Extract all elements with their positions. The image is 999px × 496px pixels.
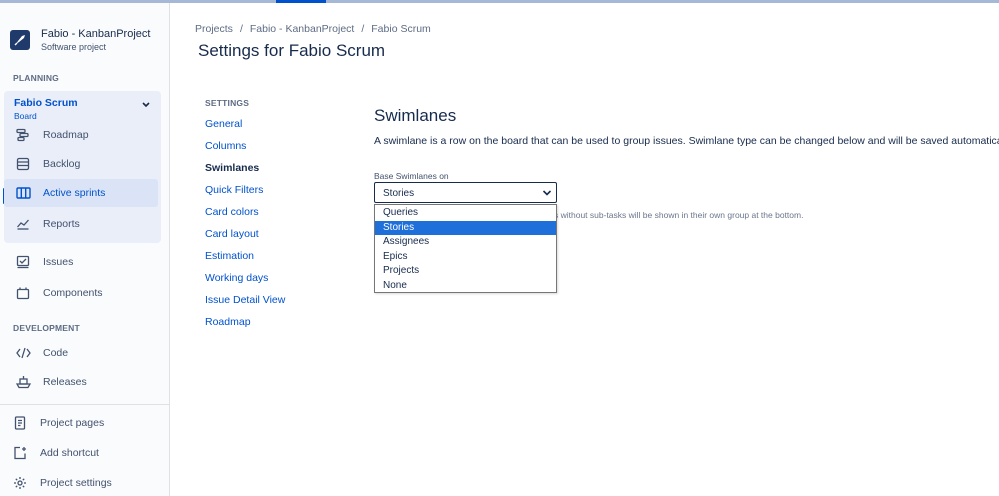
project-name: Fabio - KanbanProject [41, 28, 151, 40]
sidebar-item-roadmap[interactable]: Roadmap [0, 121, 170, 149]
sidebar-item-label: Issues [43, 256, 74, 268]
sidebar-item-releases[interactable]: Releases [0, 368, 170, 396]
option-projects[interactable]: Projects [375, 264, 556, 279]
sidebar-item-label: Releases [43, 376, 87, 388]
chevron-down-icon [542, 190, 552, 196]
swimlanes-description: A swimlane is a row on the board that ca… [374, 135, 999, 147]
settings-link-quick-filters[interactable]: Quick Filters [205, 184, 263, 196]
settings-link-swimlanes[interactable]: Swimlanes [205, 162, 259, 174]
settings-link-roadmap[interactable]: Roadmap [205, 316, 251, 328]
sidebar-item-project-pages[interactable]: Project pages [0, 409, 170, 437]
gear-icon [12, 475, 28, 491]
option-stories[interactable]: Stories [375, 220, 556, 236]
breadcrumb-project[interactable]: Fabio - KanbanProject [250, 23, 354, 35]
settings-link-card-layout[interactable]: Card layout [205, 228, 259, 240]
project-rocket-icon [10, 30, 30, 50]
base-swimlanes-select[interactable]: Stories [374, 182, 557, 203]
sidebar-item-components[interactable]: Components [0, 279, 170, 307]
sidebar-item-add-shortcut[interactable]: Add shortcut [0, 439, 170, 467]
settings-link-estimation[interactable]: Estimation [205, 250, 254, 262]
sidebar-item-reports[interactable]: Reports [0, 210, 170, 238]
swimlane-helper-text: s without sub-tasks will be shown in the… [554, 210, 804, 220]
option-assignees[interactable]: Assignees [375, 235, 556, 250]
select-value: Stories [383, 188, 415, 199]
breadcrumb-separator: / [361, 23, 365, 35]
sidebar-item-label: Project pages [40, 417, 105, 429]
project-type: Software project [41, 42, 107, 52]
issues-icon [15, 254, 31, 270]
planning-section-label: PLANNING [13, 73, 59, 83]
breadcrumb: Projects / Fabio - KanbanProject / Fabio… [195, 23, 431, 35]
settings-link-columns[interactable]: Columns [205, 140, 246, 152]
sidebar-item-backlog[interactable]: Backlog [0, 150, 170, 178]
sidebar-item-label: Project settings [40, 477, 112, 489]
page-title: Settings for Fabio Scrum [198, 41, 386, 60]
page-icon [12, 415, 28, 431]
sidebar-item-label: Components [43, 287, 103, 299]
sidebar-item-label: Backlog [43, 158, 81, 170]
loading-bar-segment [276, 0, 326, 3]
project-header[interactable]: Fabio - KanbanProject Software project [10, 27, 150, 54]
releases-icon [15, 374, 31, 390]
settings-link-general[interactable]: General [205, 118, 242, 130]
sidebar-item-label: Active sprints [43, 187, 106, 199]
roadmap-icon [15, 127, 31, 143]
backlog-icon [15, 156, 31, 172]
settings-link-working-days[interactable]: Working days [205, 272, 268, 284]
sidebar-item-issues[interactable]: Issues [0, 248, 170, 276]
sidebar-divider [0, 404, 169, 405]
components-icon [15, 285, 31, 301]
swimlanes-title: Swimlanes [374, 106, 457, 125]
sidebar-item-active-sprints[interactable]: Active sprints [4, 179, 158, 207]
reports-icon [15, 216, 31, 232]
breadcrumb-separator: / [239, 23, 243, 35]
chevron-down-icon[interactable] [141, 101, 151, 109]
settings-nav: SETTINGS General Columns Swimlanes Quick… [205, 98, 285, 328]
breadcrumb-board[interactable]: Fabio Scrum [371, 23, 431, 35]
base-swimlanes-label: Base Swimlanes on [374, 171, 449, 181]
add-shortcut-icon [12, 445, 28, 461]
code-icon [15, 345, 31, 361]
sidebar-item-project-settings[interactable]: Project settings [0, 469, 170, 496]
settings-heading: SETTINGS [205, 98, 250, 108]
option-none[interactable]: None [375, 279, 556, 294]
breadcrumb-projects[interactable]: Projects [195, 23, 233, 35]
settings-link-card-colors[interactable]: Card colors [205, 206, 259, 218]
settings-link-issue-detail-view[interactable]: Issue Detail View [205, 294, 285, 306]
project-sidebar: Fabio - KanbanProject Software project P… [0, 3, 170, 496]
board-type: Board [14, 111, 37, 121]
option-queries[interactable]: Queries [375, 206, 556, 221]
sidebar-item-label: Roadmap [43, 129, 89, 141]
board-columns-icon [15, 185, 31, 201]
board-name[interactable]: Fabio Scrum [14, 97, 78, 109]
swimlanes-dropdown-list: Queries Stories Assignees Epics Projects… [374, 204, 557, 293]
sidebar-item-label: Reports [43, 218, 80, 230]
sidebar-item-label: Code [43, 347, 69, 359]
sidebar-item-code[interactable]: Code [0, 339, 170, 367]
development-section-label: DEVELOPMENT [13, 323, 80, 333]
option-epics[interactable]: Epics [375, 250, 556, 265]
sidebar-item-label: Add shortcut [40, 447, 99, 459]
